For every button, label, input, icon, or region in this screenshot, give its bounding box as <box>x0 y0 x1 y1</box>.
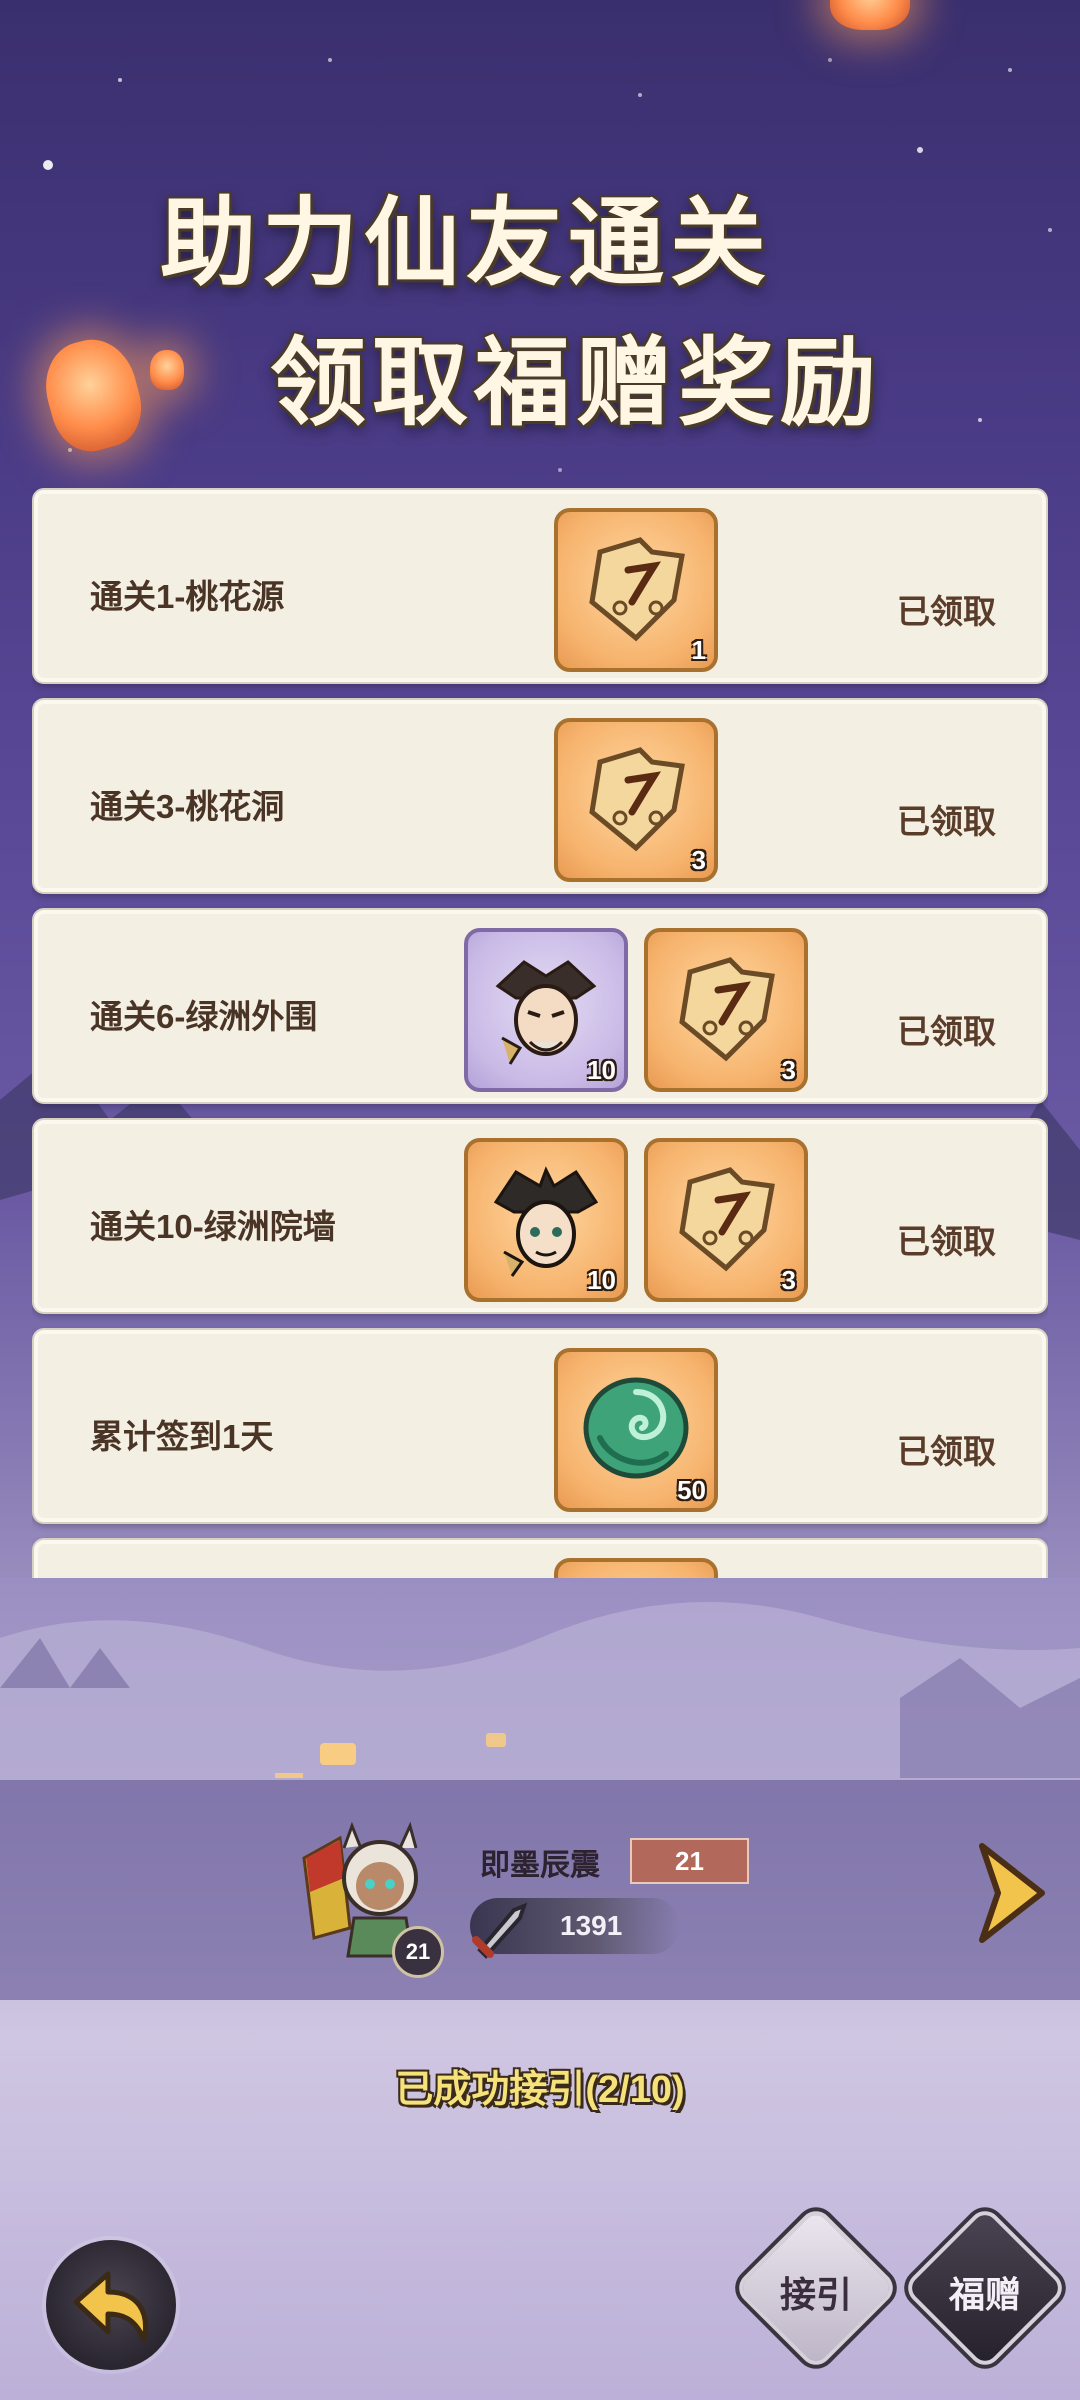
next-player-button[interactable] <box>972 1838 1052 1948</box>
player-level-badge: 21 <box>630 1838 749 1884</box>
chevron-right-icon <box>979 1843 1045 1943</box>
item-quantity: 3 <box>781 1055 796 1085</box>
reward-row: 通关1-桃花源 1 已领取 <box>32 488 1048 684</box>
token-plate-graphic <box>679 957 775 1062</box>
reward-row: 通关6-绿洲外围 10 3 已领取 <box>32 908 1048 1104</box>
player-name: 即墨辰震 <box>480 1849 600 1882</box>
player-avatar[interactable]: 21 <box>300 1818 470 1978</box>
hero-portrait-icon[interactable]: 10 <box>464 1138 628 1302</box>
reward-title: 通关6-绿洲外围 <box>90 998 318 1035</box>
avatar-level-badge: 21 <box>392 1926 444 1978</box>
claimed-status: 已领取 <box>897 1433 996 1470</box>
reward-title: 通关10-绿洲院墙 <box>90 1208 336 1245</box>
token-plate-icon[interactable]: 1 <box>554 508 718 672</box>
item-quantity: 10 <box>587 1055 616 1085</box>
headline-line-1: 助力仙友通关 <box>160 186 772 299</box>
back-arrow-icon <box>73 2271 148 2343</box>
token-plate-graphic <box>679 1167 775 1272</box>
token-plate-icon[interactable]: 3 <box>644 1138 808 1302</box>
reward-title: 累计签到1天 <box>90 1418 274 1455</box>
sword-icon <box>472 1902 528 1959</box>
invited-player-panel <box>0 1780 1080 2000</box>
reward-item-icon[interactable] <box>554 1558 718 1578</box>
claimed-status: 已领取 <box>897 1013 996 1050</box>
claimed-status: 已领取 <box>897 803 996 840</box>
claimed-status: 已领取 <box>897 1223 996 1260</box>
reward-row: 累计签到1天 50 已领取 <box>32 1328 1048 1524</box>
item-quantity: 1 <box>691 635 706 665</box>
token-plate-icon[interactable]: 3 <box>644 928 808 1092</box>
reward-row: 通关10-绿洲院墙 10 3 已领取 <box>32 1118 1048 1314</box>
combat-power: 1391 <box>470 1898 680 1959</box>
reward-list[interactable]: 通关1-桃花源 1 已领取 通关3-桃花洞 3 已领取 通关6-绿洲外围 10 … <box>32 488 1048 1578</box>
reward-row-partial <box>32 1538 1048 1578</box>
invite-button[interactable]: 接引 <box>736 2208 896 2368</box>
token-plate-icon[interactable]: 3 <box>554 718 718 882</box>
item-quantity: 3 <box>781 1265 796 1295</box>
jade-swirl-icon[interactable]: 50 <box>554 1348 718 1512</box>
claimed-status: 已领取 <box>897 593 996 630</box>
token-plate-graphic <box>589 537 685 642</box>
combat-power-value: 1391 <box>560 1910 623 1941</box>
hero-portrait-icon[interactable]: 10 <box>464 928 628 1092</box>
headline-line-2: 领取福赠奖励 <box>270 326 882 439</box>
reward-title: 通关3-桃花洞 <box>90 788 285 825</box>
gift-button-label: 福赠 <box>948 2274 1021 2315</box>
event-headline: 助力仙友通关 领取福赠奖励 <box>150 165 950 439</box>
invite-progress-text: 已成功接引(2/10) <box>395 2069 685 2111</box>
reward-title: 通关1-桃花源 <box>90 578 285 615</box>
item-quantity: 3 <box>691 845 706 875</box>
scenery-illustration <box>0 1578 1080 1778</box>
item-quantity: 10 <box>587 1265 616 1295</box>
reward-row: 通关3-桃花洞 3 已领取 <box>32 698 1048 894</box>
token-plate-graphic <box>589 747 685 852</box>
back-button[interactable] <box>46 2240 176 2370</box>
item-quantity: 50 <box>677 1475 706 1505</box>
invite-button-label: 接引 <box>779 2274 852 2315</box>
gift-button[interactable]: 福赠 <box>905 2208 1065 2368</box>
